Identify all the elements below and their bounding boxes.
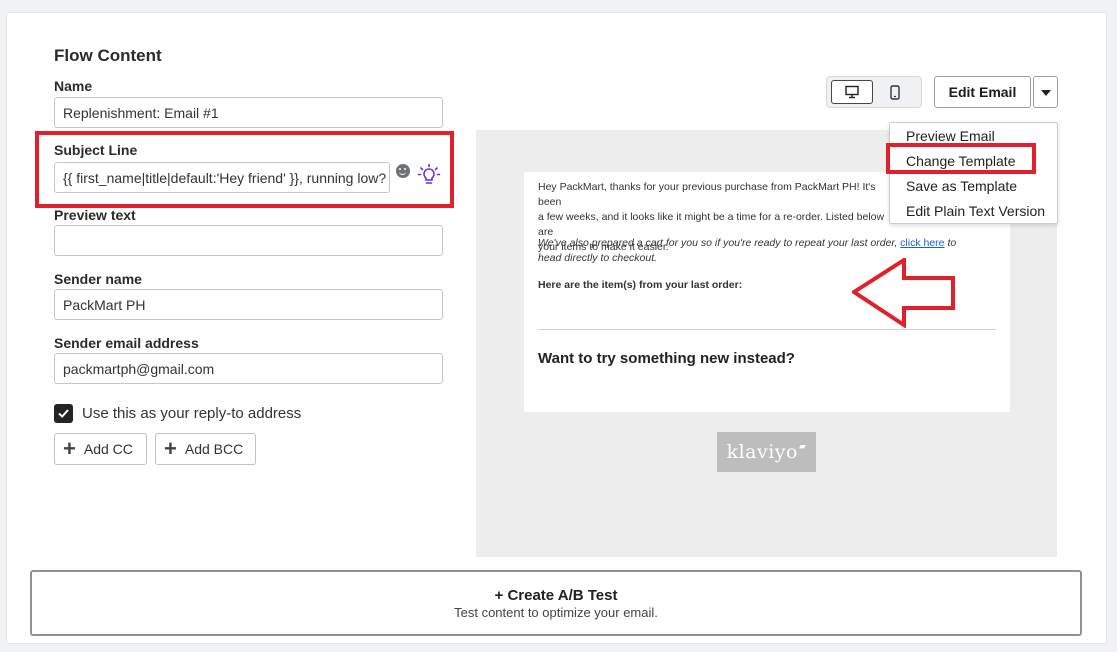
- name-label: Name: [54, 78, 93, 94]
- add-cc-label: Add CC: [83, 441, 133, 457]
- mobile-icon: [890, 85, 900, 100]
- create-ab-test-button[interactable]: + Create A/B Test Test content to optimi…: [30, 570, 1082, 636]
- add-bcc-label: Add BCC: [184, 441, 244, 457]
- sender-name-field[interactable]: PackMart PH: [54, 289, 443, 320]
- click-here-link[interactable]: click here: [900, 237, 944, 249]
- preview-text-field[interactable]: [54, 225, 443, 256]
- reply-to-label: Use this as your reply-to address: [82, 405, 302, 422]
- items-heading: Here are the item(s) from your last orde…: [538, 279, 743, 291]
- menu-item-save-as-template[interactable]: Save as Template: [906, 178, 1017, 194]
- sender-email-label: Sender email address: [54, 335, 199, 351]
- reply-to-checkbox[interactable]: [54, 404, 73, 423]
- device-toggle: [826, 76, 922, 108]
- divider: [538, 329, 996, 330]
- menu-item-edit-plain-text[interactable]: Edit Plain Text Version: [906, 203, 1045, 219]
- desktop-view-button[interactable]: [831, 80, 873, 104]
- ab-test-title: + Create A/B Test: [494, 586, 618, 604]
- add-cc-button[interactable]: + Add CC: [54, 433, 147, 465]
- preview-text-label: Preview text: [54, 207, 136, 223]
- sender-name-label: Sender name: [54, 271, 142, 287]
- desktop-icon: [845, 85, 859, 99]
- name-field[interactable]: Replenishment: Email #1: [54, 97, 443, 128]
- mobile-view-button[interactable]: [889, 85, 903, 101]
- edit-email-dropdown-toggle[interactable]: [1033, 76, 1058, 108]
- menu-item-preview-email[interactable]: Preview Email: [906, 128, 995, 144]
- section-title: Flow Content: [54, 46, 162, 65]
- plus-icon: +: [164, 436, 177, 461]
- intro-line: Hey PackMart, thanks for your previous p…: [538, 181, 876, 208]
- cta-heading: Want to try something new instead?: [538, 350, 795, 367]
- annotation-arrow-icon: [852, 258, 955, 328]
- edit-email-button[interactable]: Edit Email: [934, 76, 1031, 108]
- plus-icon: +: [63, 436, 76, 461]
- change-template-annotation-box: [886, 143, 1036, 174]
- ab-test-subtitle: Test content to optimize your email.: [454, 604, 658, 620]
- cart-text: We've also prepared a cart for you so if…: [538, 237, 901, 249]
- cart-text: to: [944, 237, 957, 249]
- add-bcc-button[interactable]: + Add BCC: [155, 433, 256, 465]
- subject-line-annotation-box: [35, 131, 454, 208]
- klaviyo-logo: klaviyo ▰: [717, 432, 816, 472]
- sender-email-field[interactable]: packmartph@gmail.com: [54, 353, 443, 384]
